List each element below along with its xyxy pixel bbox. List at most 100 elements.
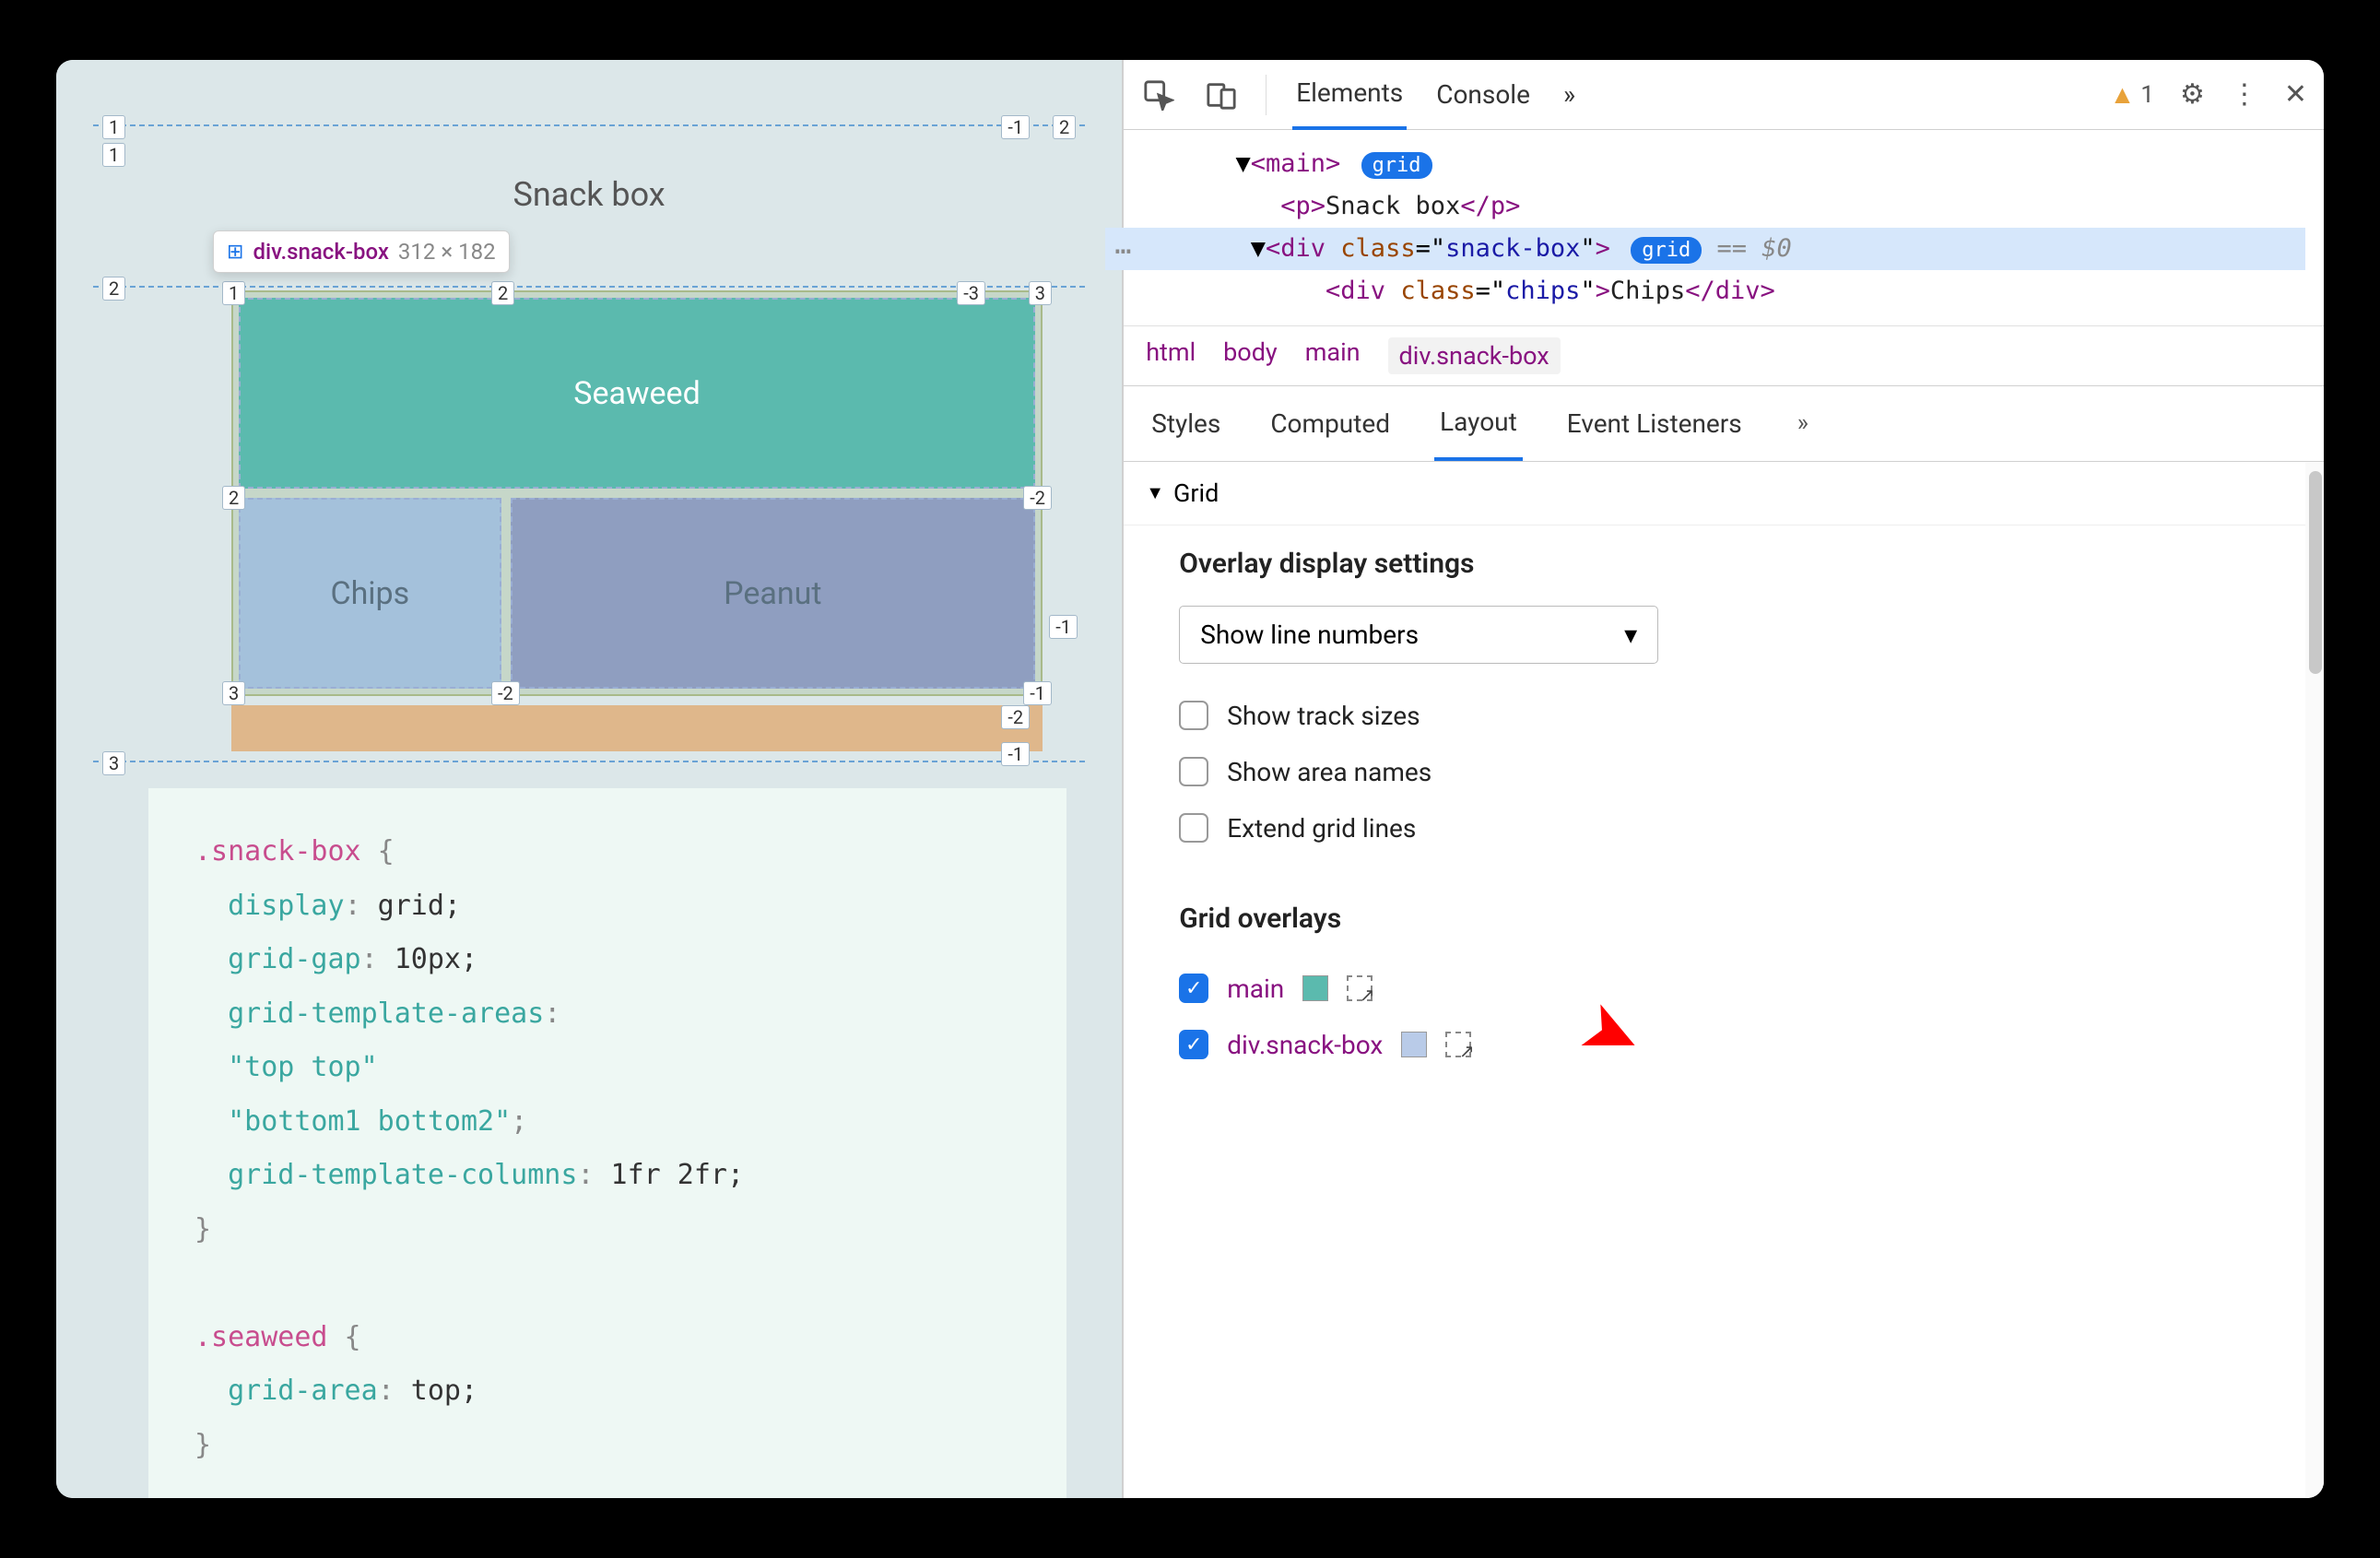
grid-line-number: 3 [1029, 281, 1052, 305]
tab-elements[interactable]: Elements [1292, 60, 1407, 130]
grid-line-number: -1 [1001, 115, 1030, 139]
reveal-in-elements-icon[interactable] [1445, 1032, 1471, 1057]
more-subtabs-icon[interactable]: » [1797, 409, 1809, 437]
grid-line-number: 1 [102, 115, 125, 139]
settings-title: Overlay display settings [1179, 548, 2268, 580]
css-property: grid-template-areas [228, 997, 544, 1030]
grid-line-number: -2 [491, 681, 520, 705]
tab-console[interactable]: Console [1432, 61, 1534, 128]
tab-more-icon[interactable]: » [1560, 61, 1579, 128]
page-heading: Snack box [513, 175, 666, 214]
css-selector: .seaweed [194, 1321, 328, 1353]
breadcrumb-item[interactable]: main [1305, 337, 1361, 374]
snack-box-element[interactable]: Seaweed Chips Peanut 1 2 -3 3 2 -2 3 -2 … [231, 290, 1043, 696]
breadcrumb-item[interactable]: html [1146, 337, 1196, 374]
grid-cell-chips: Chips [239, 498, 501, 689]
show-track-sizes-checkbox[interactable]: Show track sizes [1179, 688, 2268, 744]
show-area-names-checkbox[interactable]: Show area names [1179, 744, 2268, 800]
css-selector: .snack-box [194, 835, 361, 868]
grid-line-number: -1 [1001, 742, 1030, 766]
grid-line-number: 2 [222, 486, 245, 510]
devtools-window: 1 1 -1 2 2 3 Snack box ⊞ div.snack-box 3… [56, 60, 2324, 1498]
grid-line-number: 2 [102, 277, 125, 301]
grid-badge[interactable]: grid [1631, 237, 1702, 264]
scrollbar-track[interactable] [2305, 462, 2324, 1498]
checkbox-icon [1179, 757, 1208, 786]
device-toggle-icon[interactable] [1203, 77, 1240, 113]
dom-node-chips[interactable]: <div class="chips">Chips</div> [1161, 270, 2305, 313]
checkbox-icon [1179, 813, 1208, 843]
warning-count: 1 [2140, 81, 2154, 109]
chevron-down-icon: ▾ [1624, 620, 1637, 650]
grid-overlays-title: Grid overlays [1179, 903, 2268, 935]
grid-cell-seaweed: Seaweed [239, 298, 1035, 489]
rendered-page: 1 1 -1 2 2 3 Snack box ⊞ div.snack-box 3… [56, 60, 1122, 816]
subtab-layout[interactable]: Layout [1434, 386, 1523, 461]
overlay-display-settings: Overlay display settings Show line numbe… [1124, 525, 2324, 893]
main-grid-row-3 [231, 705, 1043, 751]
inspect-icon[interactable] [1140, 77, 1177, 113]
color-swatch[interactable] [1302, 975, 1328, 1001]
grid-section-header[interactable]: ▼ Grid [1124, 462, 2324, 525]
subtab-styles[interactable]: Styles [1146, 388, 1226, 459]
checkbox-checked-icon: ✓ [1179, 974, 1208, 1003]
grid-overlays-section: Grid overlays ✓ main ✓ div.snack-box ➤ [1124, 893, 2324, 1110]
grid-overlay-snack-box[interactable]: ✓ div.snack-box [1179, 1017, 2268, 1073]
code-snippet: .snack-box { display: grid; grid-gap: 10… [148, 788, 1066, 1498]
css-string: "top top" [228, 1051, 378, 1083]
breadcrumb-item-active[interactable]: div.snack-box [1388, 337, 1561, 374]
grid-line-number: 1 [222, 281, 245, 305]
section-title: Grid [1173, 478, 1219, 508]
toolbar-divider [1266, 75, 1267, 115]
main-grid-overlay: 1 1 -1 2 2 3 Snack box ⊞ div.snack-box 3… [93, 97, 1085, 816]
css-property: grid-template-columns [228, 1159, 577, 1191]
css-property: grid-gap [228, 943, 361, 975]
dom-node-main[interactable]: ▼<main> grid [1161, 143, 2305, 185]
grid-line-number: -3 [957, 281, 985, 305]
dom-tree[interactable]: ▼<main> grid <p>Snack box</p> ▼<div clas… [1124, 130, 2324, 326]
devtools-panel: Elements Console » ▲ 1 ⚙ ⋮ ✕ ▼<main> gri… [1122, 60, 2324, 1498]
scrollbar-thumb[interactable] [2309, 471, 2322, 674]
settings-icon[interactable]: ⚙ [2180, 78, 2205, 111]
element-tooltip: ⊞ div.snack-box 312 × 182 [213, 230, 510, 273]
subtab-event-listeners[interactable]: Event Listeners [1561, 388, 1748, 459]
devtools-toolbar: Elements Console » ▲ 1 ⚙ ⋮ ✕ [1124, 60, 2324, 130]
color-swatch[interactable] [1401, 1032, 1427, 1057]
kebab-menu-icon[interactable]: ⋮ [2231, 78, 2258, 111]
dom-breadcrumb[interactable]: html body main div.snack-box [1124, 326, 2324, 386]
outer-row-line-3 [93, 761, 1085, 762]
css-property: grid-area [228, 1375, 378, 1407]
grid-line-number: 3 [102, 751, 125, 775]
reveal-in-elements-icon[interactable] [1347, 975, 1373, 1001]
dom-node-p[interactable]: <p>Snack box</p> [1161, 185, 2305, 228]
checkbox-icon [1179, 701, 1208, 730]
layout-pane: ▼ Grid Overlay display settings Show lin… [1124, 462, 2324, 1498]
snack-grid: Seaweed Chips Peanut [239, 298, 1035, 689]
grid-badge[interactable]: grid [1361, 152, 1432, 179]
line-numbers-dropdown[interactable]: Show line numbers ▾ [1179, 606, 1658, 664]
grid-line-number: -1 [1023, 681, 1052, 705]
css-string: "bottom1 bottom2" [228, 1105, 511, 1138]
grid-line-number: -2 [1023, 486, 1052, 510]
grid-cell-peanut: Peanut [511, 498, 1035, 689]
styles-subtabs: Styles Computed Layout Event Listeners » [1124, 386, 2324, 462]
grid-icon: ⊞ [227, 241, 243, 264]
tooltip-dimensions: 312 × 182 [398, 239, 496, 265]
breadcrumb-item[interactable]: body [1223, 337, 1278, 374]
warning-badge[interactable]: ▲ 1 [2110, 79, 2154, 110]
subtab-computed[interactable]: Computed [1265, 388, 1396, 459]
tooltip-selector: div.snack-box [253, 239, 388, 265]
page-viewport: 1 1 -1 2 2 3 Snack box ⊞ div.snack-box 3… [56, 60, 1122, 1498]
checkbox-checked-icon: ✓ [1179, 1030, 1208, 1059]
grid-line-number: 1 [102, 143, 125, 167]
grid-line-number: 2 [491, 281, 514, 305]
extend-grid-lines-checkbox[interactable]: Extend grid lines [1179, 800, 2268, 856]
grid-overlay-main[interactable]: ✓ main [1179, 961, 2268, 1017]
dom-node-selected[interactable]: ▼<div class="snack-box"> grid == $0 [1105, 228, 2305, 270]
warning-icon: ▲ [2110, 79, 2136, 110]
close-icon[interactable]: ✕ [2284, 78, 2307, 111]
outer-row-line-1 [93, 124, 1085, 126]
grid-line-number: -1 [1049, 615, 1078, 639]
css-property: display [228, 890, 344, 922]
disclosure-triangle-icon: ▼ [1146, 481, 1164, 504]
